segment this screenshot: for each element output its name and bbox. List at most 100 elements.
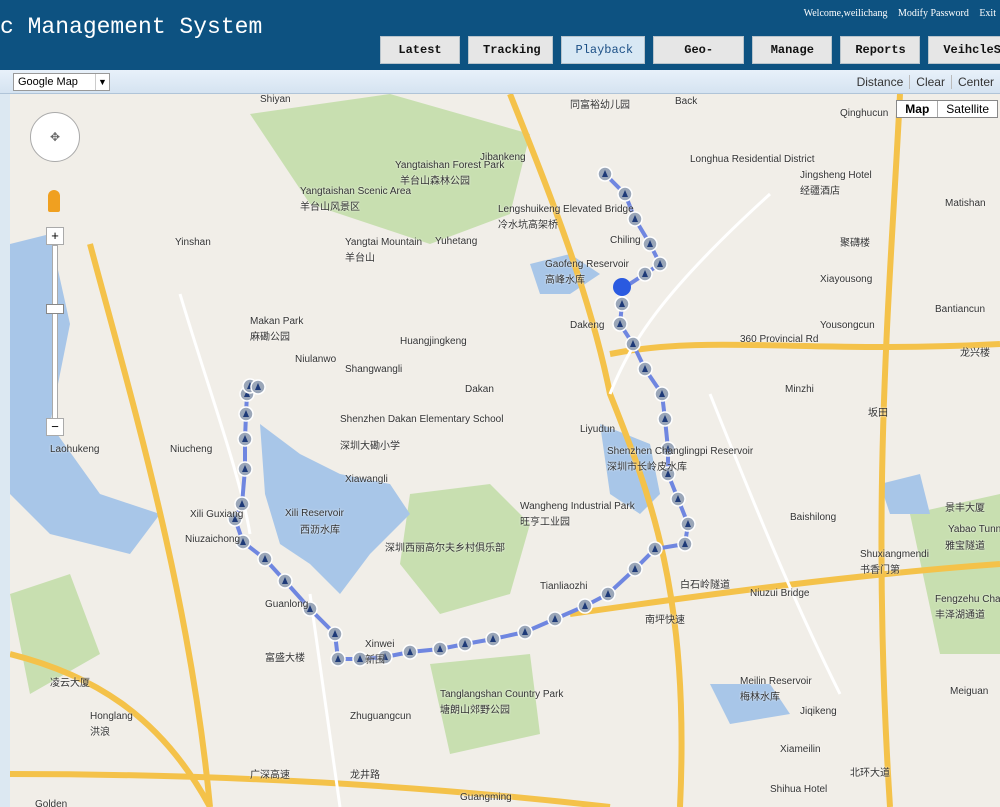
map-label: Yuhetang	[435, 236, 478, 247]
nav-manage[interactable]: Manage	[752, 36, 833, 64]
map-label: 深圳西丽高尔夫乡村俱乐部	[385, 543, 505, 554]
street-view-pegman-icon[interactable]	[48, 190, 60, 212]
map-label: 聚礴楼	[840, 238, 870, 249]
map-label: 广深高速	[250, 770, 290, 781]
map-type-satellite[interactable]: Satellite	[938, 101, 997, 117]
map-label: Dakeng	[570, 320, 605, 331]
map-label: 洪浪	[90, 727, 110, 738]
map-label: Guanlong	[265, 599, 309, 610]
app-title: c Management System	[0, 14, 263, 40]
map-label: 冷水坑高架桥	[498, 220, 558, 231]
map-label: Qinghucun	[840, 108, 889, 119]
map-label: Yangtai Mountain	[345, 237, 423, 248]
current-position-marker	[613, 278, 631, 296]
map-label: 羊台山风景区	[300, 202, 360, 213]
nav-tracking[interactable]: Tracking	[468, 36, 553, 64]
map-label: Wangheng Industrial Park	[520, 501, 635, 512]
map-label: Meiguan	[950, 686, 989, 697]
map-label: Dakan	[465, 384, 494, 395]
nav-reports[interactable]: Reports	[840, 36, 921, 64]
map-label: Niuzui Bridge	[750, 588, 810, 599]
map-label: 雅宝隧道	[945, 541, 985, 552]
map-tools: Distance Clear Center	[851, 75, 1000, 89]
map-label: Xili Guxiang	[190, 509, 244, 520]
map-label: 坂田	[868, 408, 888, 419]
map-label: Shihua Hotel	[770, 784, 828, 795]
map-label: Yangtaishan Scenic Area	[300, 186, 412, 197]
nav-geo-fence[interactable]: Geo-fence	[653, 36, 745, 83]
map-label: Shenzhen Dakan Elementary School	[340, 414, 504, 425]
map-label: 丰泽湖通道	[935, 610, 985, 621]
map-label: Niuzaichong	[185, 534, 241, 545]
exit-link[interactable]: Exit	[979, 8, 996, 19]
map-label: 龙兴楼	[960, 348, 990, 359]
map-label: Golden	[35, 799, 68, 807]
modify-password-link[interactable]: Modify Password	[898, 8, 969, 19]
map-label: 麻磡公园	[250, 332, 290, 343]
map-label: Jingsheng Hotel	[800, 170, 872, 181]
map-label: Yinshan	[175, 237, 211, 248]
map-label: 景丰大厦	[945, 503, 985, 514]
map-label: Shuxiangmendi	[860, 549, 929, 560]
map-label: Xiawangli	[345, 474, 388, 485]
map-label: 同富裕幼儿园	[570, 100, 630, 111]
nav-vehicle-state[interactable]: VeihcleState	[928, 36, 1000, 64]
map-label: Minzhi	[785, 384, 814, 395]
map-label: Tianliaozhi	[540, 581, 588, 592]
map-label: 旺亨工业园	[520, 517, 570, 528]
zoom-slider-handle[interactable]	[46, 304, 64, 314]
map-provider-value: Google Map	[18, 76, 78, 88]
map-label: 高峰水库	[545, 275, 585, 286]
map-label: Yabao Tunnel	[948, 524, 1000, 535]
map-label: 书香门第	[860, 565, 900, 576]
map-label: 北环大道	[850, 768, 890, 779]
map-label: 南坪快速	[645, 615, 685, 626]
map-label: Guangming	[460, 792, 512, 803]
zoom-slider[interactable]	[52, 245, 58, 425]
clear-button[interactable]: Clear	[909, 75, 951, 89]
map-label: 360 Provincial Rd	[740, 334, 819, 345]
left-panel-handle[interactable]	[0, 94, 10, 807]
map-label: 白石岭隧道	[680, 580, 730, 591]
nav-latest[interactable]: Latest	[380, 36, 460, 64]
main-nav: Latest Tracking Playback Geo-fence Manag…	[380, 36, 1000, 83]
map-label: Yousongcun	[820, 320, 875, 331]
center-button[interactable]: Center	[950, 75, 1000, 89]
map-label: Laohukeng	[50, 444, 100, 455]
nav-playback[interactable]: Playback	[560, 36, 645, 64]
map-label: Baishilong	[790, 512, 837, 523]
map-label: Honglang	[90, 711, 133, 722]
water	[10, 234, 930, 724]
map-label: 凌云大厦	[50, 678, 90, 689]
map-label: Meilin Reservoir	[740, 676, 812, 687]
map-type-map[interactable]: Map	[897, 101, 939, 117]
map-toolbar: Google Map ▼ Distance Clear Center	[0, 70, 1000, 94]
map-label: Niucheng	[170, 444, 213, 455]
map-label: 西沥水库	[300, 525, 340, 536]
map-label: Shenzhen Changlingpi Reservoir	[607, 446, 754, 457]
zoom-out-button[interactable]: −	[46, 418, 64, 436]
map-label: Shangwangli	[345, 364, 403, 375]
map-label: 羊台山	[345, 253, 375, 264]
map-label: 龙井路	[350, 770, 380, 781]
map-label: Xiameilin	[780, 744, 821, 755]
parks	[10, 94, 1000, 754]
map-label: Bantiancun	[935, 304, 986, 315]
map-label: Xinwei	[365, 639, 395, 650]
map-label: 经疆酒店	[800, 186, 840, 197]
map-label: Fengzehu Channel	[935, 594, 1000, 605]
map-label: Makan Park	[250, 316, 304, 327]
map-label: Jiqikeng	[800, 706, 837, 717]
map-label: Lengshuikeng Elevated Bridge	[498, 204, 634, 215]
map-label: 梅林水库	[740, 692, 780, 703]
map-label: Back	[675, 96, 698, 107]
pan-control[interactable]: ✥	[30, 112, 80, 162]
map-type-control: Map Satellite	[896, 100, 998, 118]
map-label: 塘朗山郊野公园	[440, 705, 510, 716]
zoom-in-button[interactable]: +	[46, 227, 64, 245]
map-label: 深圳市长岭皮水库	[607, 462, 687, 473]
map-label: 羊台山森林公园	[400, 176, 470, 187]
distance-button[interactable]: Distance	[851, 75, 910, 89]
map-provider-select[interactable]: Google Map ▼	[13, 73, 110, 91]
map-canvas[interactable]: Shiyan 同富裕幼儿园 Back Qinghucun Yangtaishan For…	[10, 94, 1000, 807]
